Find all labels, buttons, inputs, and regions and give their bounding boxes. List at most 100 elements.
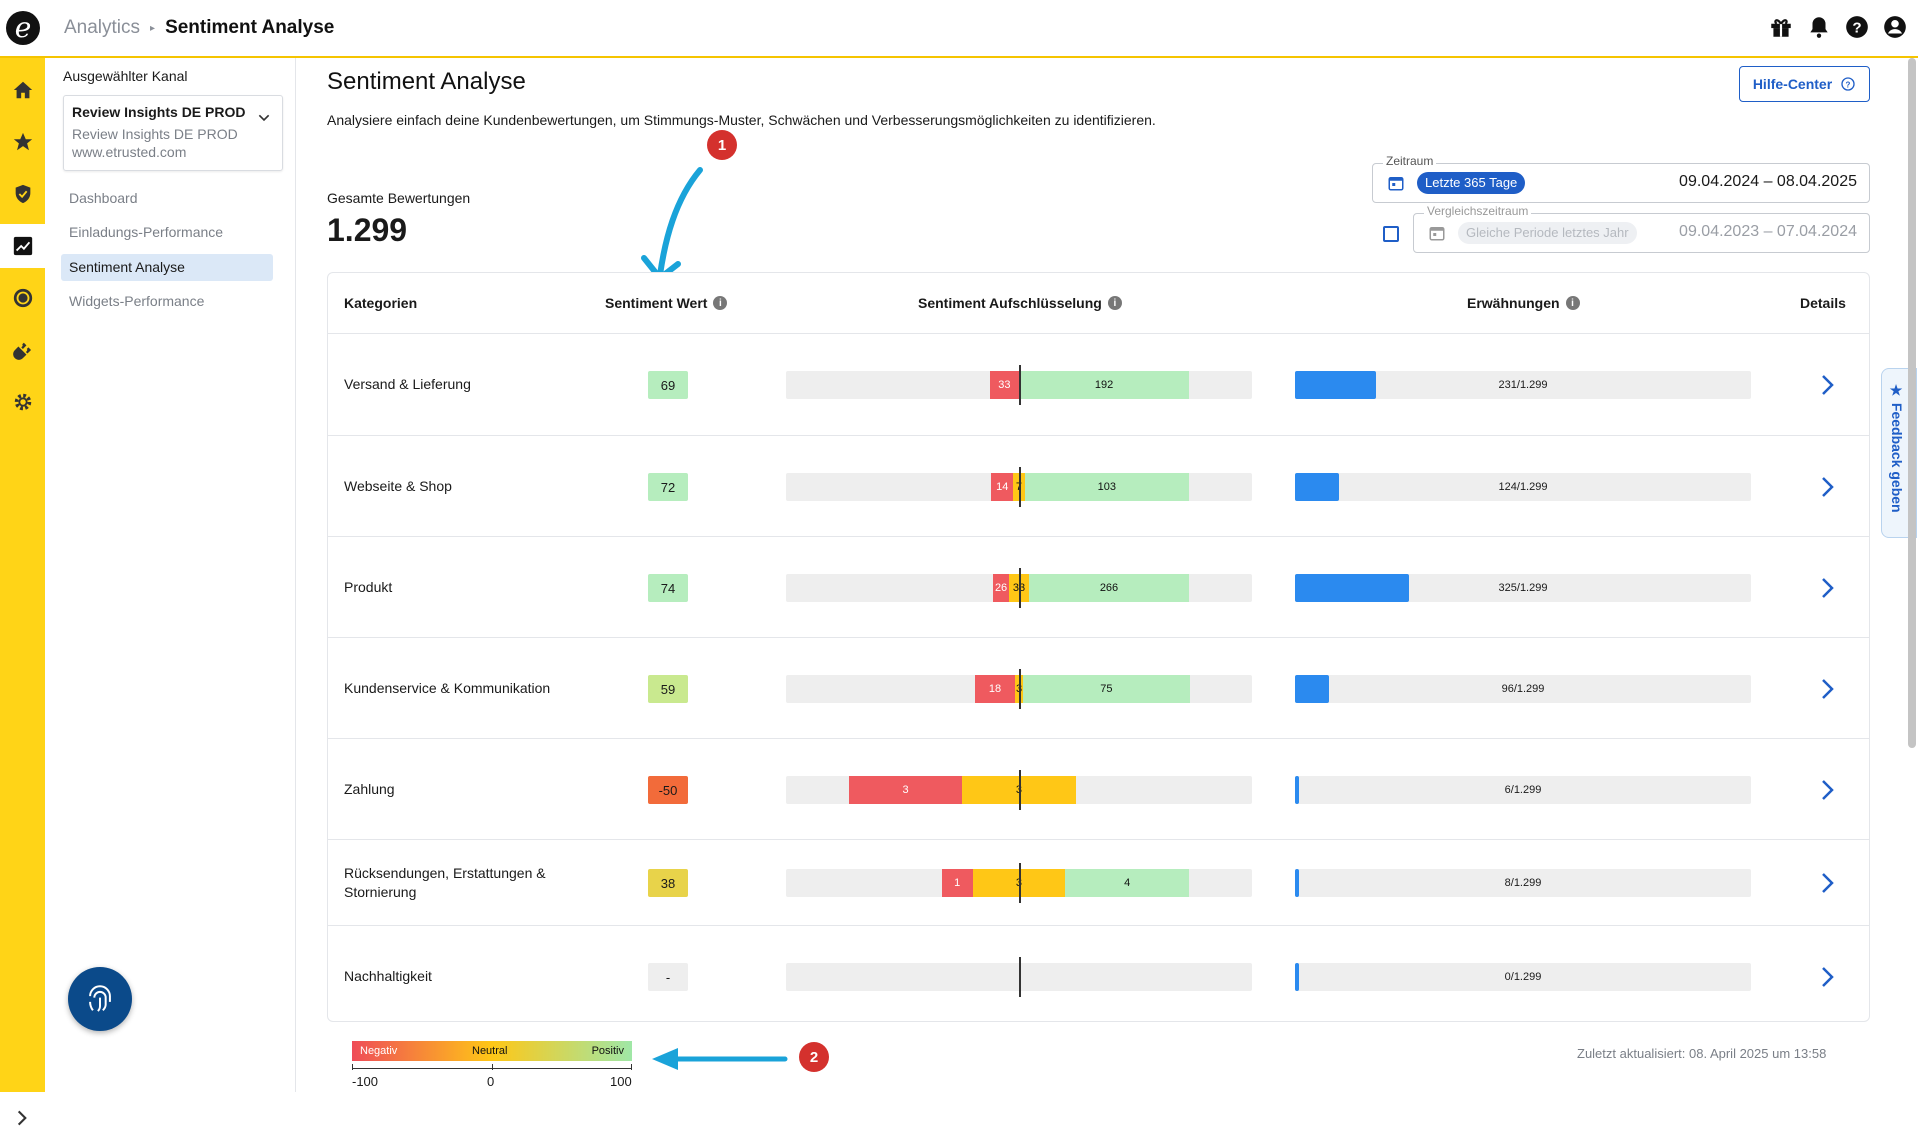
period-legend: Zeitraum <box>1383 154 1437 168</box>
sidenav-item-einladungs-performance[interactable]: Einladungs-Performance <box>61 219 273 246</box>
zero-line <box>1019 863 1021 903</box>
chevron-right-icon[interactable] <box>1815 871 1839 900</box>
annotation-badge-1: 1 <box>707 130 737 160</box>
channel-label: Ausgewählter Kanal <box>63 68 188 84</box>
sentiment-score-badge: 69 <box>648 371 688 399</box>
help-center-button[interactable]: Hilfe-Center ? <box>1739 66 1870 102</box>
sidenav-item-widgets-performance[interactable]: Widgets-Performance <box>61 288 273 315</box>
negative-segment: 18 <box>974 675 1015 703</box>
sentiment-color-legend: Negativ Neutral Positiv <box>352 1041 632 1061</box>
mentions-count: 96/1.299 <box>1501 683 1545 695</box>
sentiment-table: Kategorien Sentiment Wert i Sentiment Auf… <box>327 272 1870 1022</box>
sentiment-breakdown-bar: 33 192 <box>786 365 1252 405</box>
header-sentiment-breakdown: Sentiment Aufschlüsselung i <box>918 295 1122 311</box>
positive-segment: 103 <box>1024 473 1190 501</box>
table-row[interactable]: Produkt 74 2633266 325/1.299 <box>328 536 1869 638</box>
compare-period-field[interactable]: Vergleichszeitraum Gleiche Periode letzt… <box>1413 204 1870 253</box>
user-icon[interactable] <box>1882 14 1908 40</box>
chevron-right-icon[interactable] <box>1815 778 1839 807</box>
chevron-right-icon[interactable] <box>1815 373 1839 402</box>
info-icon[interactable]: i <box>1107 296 1122 310</box>
annotation-arrow-icon <box>641 167 703 283</box>
table-row[interactable]: Zahlung -50 33 6/1.299 <box>328 738 1869 840</box>
calendar-icon <box>1387 174 1405 197</box>
sentiment-breakdown-bar: 147103 <box>786 467 1252 507</box>
legend-tick-label: -100 <box>352 1074 379 1089</box>
shield-icon[interactable] <box>0 172 45 216</box>
table-row[interactable]: Rücksendungen, Erstattungen & Stornierun… <box>328 839 1869 926</box>
info-icon[interactable]: i <box>713 296 728 310</box>
mentions-bar: 96/1.299 <box>1295 675 1751 703</box>
expand-sidebar-icon[interactable] <box>12 1108 32 1133</box>
mentions-count: 6/1.299 <box>1504 784 1542 796</box>
gift-icon[interactable] <box>1768 14 1794 40</box>
sidenav-item-sentiment-analyse[interactable]: Sentiment Analyse <box>61 254 273 281</box>
sentiment-score-badge: 72 <box>648 473 688 501</box>
table-row[interactable]: Nachhaltigkeit - 0/1.299 <box>328 925 1869 1027</box>
legend-tick <box>631 1064 632 1070</box>
mentions-bar: 0/1.299 <box>1295 963 1751 991</box>
table-row[interactable]: Webseite & Shop 72 147103 124/1.299 <box>328 435 1869 537</box>
header-sentiment-score: Sentiment Wert i <box>605 295 728 311</box>
mentions-bar: 325/1.299 <box>1295 574 1751 602</box>
bell-icon[interactable] <box>1806 14 1832 40</box>
sentiment-score-badge: -50 <box>648 776 688 804</box>
zero-line <box>1019 669 1021 709</box>
zero-line <box>1019 957 1021 997</box>
sentiment-score-badge: 38 <box>648 869 688 897</box>
calendar-icon <box>1428 224 1446 247</box>
info-icon[interactable]: i <box>1565 296 1580 310</box>
svg-text:?: ? <box>1846 80 1851 89</box>
star-icon[interactable] <box>0 120 45 164</box>
chevron-right-icon[interactable] <box>1815 475 1839 504</box>
fingerprint-button[interactable] <box>68 967 132 1031</box>
sidenav-item-dashboard[interactable]: Dashboard <box>61 185 273 212</box>
channel-url: www.etrusted.com <box>72 144 187 160</box>
positive-segment: 192 <box>1019 371 1190 399</box>
home-icon[interactable] <box>0 68 45 112</box>
mentions-count: 124/1.299 <box>1498 481 1548 493</box>
coin-icon[interactable] <box>0 276 45 320</box>
mentions-count: 231/1.299 <box>1498 379 1548 391</box>
category-label: Versand & Lieferung <box>344 376 471 392</box>
channel-selector[interactable]: Review Insights DE PROD Review Insights … <box>63 95 283 171</box>
mentions-bar: 231/1.299 <box>1295 371 1751 399</box>
scrollbar[interactable] <box>1908 58 1916 748</box>
period-chip[interactable]: Letzte 365 Tage <box>1417 172 1526 194</box>
gear-icon[interactable] <box>0 380 45 424</box>
fingerprint-icon <box>89 985 111 1012</box>
chevron-right-icon[interactable] <box>1815 965 1839 994</box>
etrusted-logo[interactable]: e <box>6 11 40 45</box>
plug-icon[interactable] <box>0 328 45 372</box>
compare-checkbox[interactable] <box>1383 226 1399 242</box>
feedback-label: ★ Feedback geben <box>1889 383 1905 513</box>
zero-line <box>1019 568 1021 608</box>
period-field[interactable]: Zeitraum Letzte 365 Tage 09.04.2024 – 08… <box>1372 154 1870 203</box>
sentiment-breakdown-bar <box>786 957 1252 997</box>
breadcrumb-current: Sentiment Analyse <box>165 17 335 38</box>
breadcrumb-analytics[interactable]: Analytics <box>64 17 140 39</box>
analytics-icon[interactable] <box>0 224 45 268</box>
sentiment-breakdown-bar: 18375 <box>786 669 1252 709</box>
chevron-right-icon[interactable] <box>1815 576 1839 605</box>
negative-segment: 1 <box>941 869 973 897</box>
legend-tick-label: 0 <box>487 1074 495 1089</box>
table-row[interactable]: Kundenservice & Kommunikation 59 18375 96/1… <box>328 637 1869 739</box>
top-icons: ? <box>1768 14 1908 40</box>
total-reviews-label: Gesamte Bewertungen <box>327 190 471 206</box>
chevron-right-icon[interactable] <box>1815 677 1839 706</box>
page-description: Analysiere einfach deine Kundenbewertung… <box>327 112 1156 128</box>
category-label: Webseite & Shop <box>344 478 452 494</box>
mentions-count: 0/1.299 <box>1504 971 1542 983</box>
table-row[interactable]: Versand & Lieferung 69 33 192 231/1.299 <box>328 333 1869 436</box>
header-mentions: Erwähnungen i <box>1467 295 1580 311</box>
sentiment-score-badge: 74 <box>648 574 688 602</box>
positive-segment: 4 <box>1065 869 1190 897</box>
sentiment-breakdown-bar: 33 <box>786 770 1252 810</box>
help-icon[interactable]: ? <box>1844 14 1870 40</box>
mentions-count: 325/1.299 <box>1498 582 1548 594</box>
last-updated: Zuletzt aktualisiert: 08. April 2025 um … <box>1577 1046 1827 1061</box>
category-label: Rücksendungen, Erstattungen & Stornierun… <box>344 865 546 900</box>
icon-rail <box>0 58 45 1126</box>
period-range: 09.04.2024 – 08.04.2025 <box>1679 173 1857 190</box>
